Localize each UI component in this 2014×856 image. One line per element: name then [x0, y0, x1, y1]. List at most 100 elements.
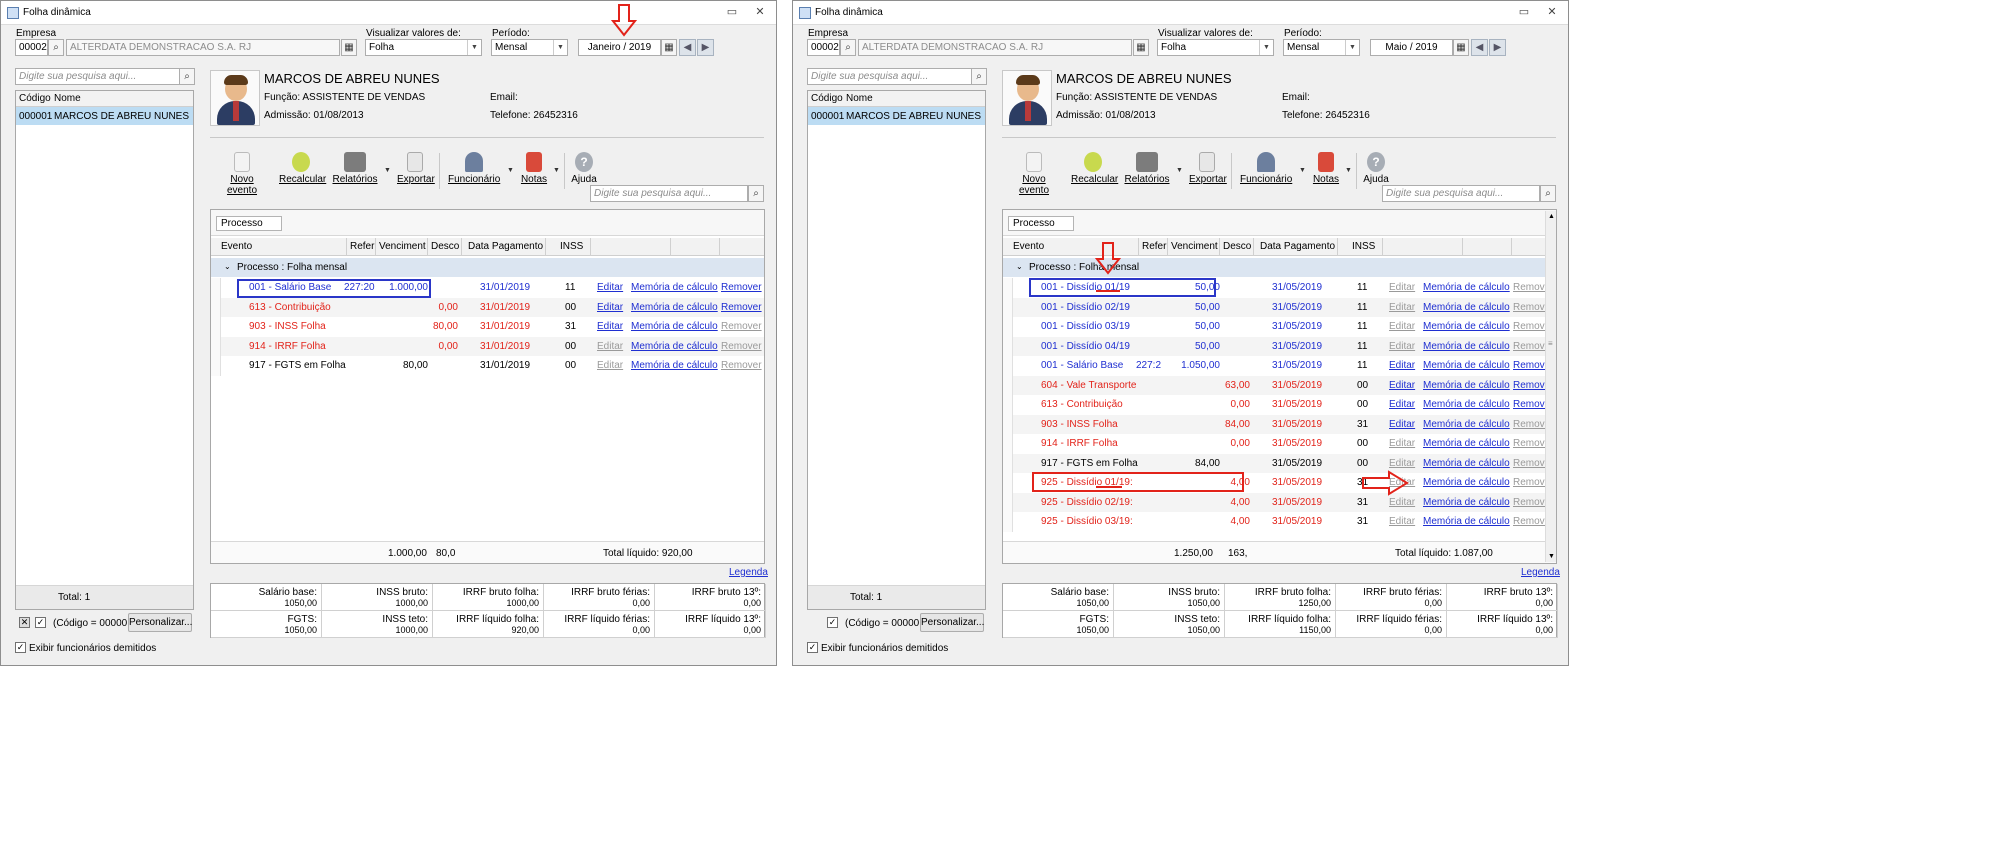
- memoria-calculo-link[interactable]: Memória de cálculo: [1423, 360, 1510, 371]
- chevron-down-icon[interactable]: ▼: [553, 167, 560, 174]
- memoria-calculo-link[interactable]: Memória de cálculo: [1423, 302, 1510, 313]
- search-icon[interactable]: ⌕: [971, 68, 987, 85]
- event-row[interactable]: 001 - Dissídio 04/19 50,00 31/05/2019 11 Edi…: [1003, 336, 1556, 356]
- legenda-link[interactable]: Legenda: [729, 567, 768, 578]
- memoria-calculo-link[interactable]: Memória de cálculo: [631, 321, 718, 332]
- event-row[interactable]: 001 - Salário Base 227:2 1.050,00 31/05/201…: [1003, 356, 1556, 376]
- notas-button[interactable]: Notas: [519, 152, 549, 185]
- chevron-down-icon[interactable]: ▼: [1345, 167, 1352, 174]
- chevron-down-icon[interactable]: ▼: [1299, 167, 1306, 174]
- relatorios-button[interactable]: Relatórios: [1124, 152, 1170, 185]
- group-row[interactable]: ⌄ Processo : Folha mensal: [211, 258, 764, 277]
- restore-icon[interactable]: ▭: [1517, 5, 1531, 19]
- prev-period-arrow-icon[interactable]: ◀: [679, 39, 696, 56]
- chevron-down-icon[interactable]: ▼: [384, 167, 391, 174]
- memoria-calculo-link[interactable]: Memória de cálculo: [1423, 321, 1510, 332]
- memoria-calculo-link[interactable]: Memória de cálculo: [631, 360, 718, 371]
- funcionario-button[interactable]: Funcionário: [448, 152, 500, 185]
- period-input[interactable]: Maio / 2019: [1370, 39, 1453, 56]
- remover-link[interactable]: Remover: [721, 341, 762, 352]
- processo-group-button[interactable]: Processo: [1008, 216, 1074, 231]
- next-period-arrow-icon[interactable]: ▶: [697, 39, 714, 56]
- editar-link[interactable]: Editar: [597, 282, 623, 293]
- event-row[interactable]: 914 - IRRF Folha 0,00 31/05/2019 00 Editar Me…: [1003, 434, 1556, 454]
- event-row[interactable]: 914 - IRRF Folha 0,00 31/01/2019 00 Editar Me…: [211, 336, 764, 356]
- remover-link[interactable]: Remover: [721, 360, 762, 371]
- close-icon[interactable]: ✕: [753, 5, 767, 19]
- editar-link[interactable]: Editar: [597, 321, 623, 332]
- search-icon[interactable]: ⌕: [1540, 185, 1556, 202]
- chevron-down-icon[interactable]: ⌄: [224, 262, 231, 271]
- personalizar-button[interactable]: Personalizar...: [128, 613, 192, 632]
- legenda-link[interactable]: Legenda: [1521, 567, 1560, 578]
- memoria-calculo-link[interactable]: Memória de cálculo: [1423, 438, 1510, 449]
- group-row[interactable]: ⌄ Processo : Folha mensal: [1003, 258, 1556, 277]
- editar-link[interactable]: Editar: [1389, 380, 1415, 391]
- calendar-icon[interactable]: ▦: [341, 39, 357, 56]
- novo-evento-button[interactable]: Novo evento: [214, 152, 270, 196]
- event-row[interactable]: 613 - Contribuição 0,00 31/01/2019 00 Editar…: [211, 297, 764, 317]
- scroll-thumb-grip-icon[interactable]: ≡: [1548, 339, 1553, 348]
- event-row[interactable]: 613 - Contribuição 0,00 31/05/2019 00 Editar…: [1003, 395, 1556, 415]
- next-period-arrow-icon[interactable]: ▶: [1489, 39, 1506, 56]
- notas-button[interactable]: Notas: [1311, 152, 1341, 185]
- calendar-icon[interactable]: ▦: [1133, 39, 1149, 56]
- chevron-down-icon[interactable]: ▼: [507, 167, 514, 174]
- event-row[interactable]: 917 - FGTS em Folha 84,00 31/05/2019 00 Edit…: [1003, 453, 1556, 473]
- chevron-down-icon[interactable]: ▼: [1176, 167, 1183, 174]
- editar-link[interactable]: Editar: [1389, 497, 1415, 508]
- memoria-calculo-link[interactable]: Memória de cálculo: [1423, 399, 1510, 410]
- editar-link[interactable]: Editar: [1389, 321, 1415, 332]
- chevron-down-icon[interactable]: ⌄: [1016, 262, 1023, 271]
- editar-link[interactable]: Editar: [1389, 360, 1415, 371]
- view-values-select[interactable]: Folha ▼: [1157, 39, 1274, 56]
- exportar-button[interactable]: Exportar: [397, 152, 435, 185]
- restore-icon[interactable]: ▭: [725, 5, 739, 19]
- editar-link[interactable]: Editar: [1389, 282, 1415, 293]
- novo-evento-button[interactable]: Novo evento: [1006, 152, 1062, 196]
- employee-row[interactable]: 000001 MARCOS DE ABREU NUNES: [808, 107, 985, 125]
- period-type-select[interactable]: Mensal ▼: [1283, 39, 1360, 56]
- ajuda-button[interactable]: ? Ajuda: [1362, 152, 1390, 185]
- event-row[interactable]: 903 - INSS Folha 84,00 31/05/2019 31 Editar M…: [1003, 414, 1556, 434]
- memoria-calculo-link[interactable]: Memória de cálculo: [631, 302, 718, 313]
- ajuda-button[interactable]: ? Ajuda: [570, 152, 598, 185]
- calendar-icon[interactable]: ▦: [1453, 39, 1469, 56]
- scroll-up-icon[interactable]: ▲: [1548, 213, 1555, 220]
- memoria-calculo-link[interactable]: Memória de cálculo: [1423, 516, 1510, 527]
- remover-link[interactable]: Remover: [721, 282, 762, 293]
- memoria-calculo-link[interactable]: Memória de cálculo: [1423, 341, 1510, 352]
- scroll-down-icon[interactable]: ▼: [1548, 553, 1555, 560]
- remover-link[interactable]: Remover: [721, 302, 762, 313]
- search-icon[interactable]: ⌕: [748, 185, 764, 202]
- exibir-demitidos-checkbox[interactable]: ✓: [15, 642, 26, 653]
- editar-link[interactable]: Editar: [1389, 458, 1415, 469]
- calendar-icon[interactable]: ▦: [661, 39, 677, 56]
- filter-checkbox[interactable]: ✓: [827, 617, 838, 628]
- exibir-demitidos-checkbox[interactable]: ✓: [807, 642, 818, 653]
- editar-link[interactable]: Editar: [597, 302, 623, 313]
- event-row[interactable]: 925 - Dissídio 03/19: 4,00 31/05/2019 31 Edi…: [1003, 512, 1556, 532]
- period-type-select[interactable]: Mensal ▼: [491, 39, 568, 56]
- editar-link[interactable]: Editar: [1389, 399, 1415, 410]
- event-search-input[interactable]: Digite sua pesquisa aqui...: [1382, 185, 1540, 202]
- period-input[interactable]: Janeiro / 2019: [578, 39, 661, 56]
- filter-checkbox[interactable]: ✓: [35, 617, 46, 628]
- memoria-calculo-link[interactable]: Memória de cálculo: [1423, 458, 1510, 469]
- grid-vertical-scrollbar[interactable]: ▲ ≡ ▼: [1545, 211, 1556, 562]
- editar-link[interactable]: Editar: [1389, 341, 1415, 352]
- funcionario-button[interactable]: Funcionário: [1240, 152, 1292, 185]
- close-icon[interactable]: ✕: [1545, 5, 1559, 19]
- memoria-calculo-link[interactable]: Memória de cálculo: [631, 341, 718, 352]
- event-row[interactable]: 001 - Dissídio 02/19 50,00 31/05/2019 11 Edi…: [1003, 297, 1556, 317]
- view-values-select[interactable]: Folha ▼: [365, 39, 482, 56]
- memoria-calculo-link[interactable]: Memória de cálculo: [1423, 282, 1510, 293]
- recalcular-button[interactable]: Recalcular: [1071, 152, 1118, 185]
- event-row[interactable]: 917 - FGTS em Folha 80,00 31/01/2019 00 Edit…: [211, 356, 764, 376]
- search-icon[interactable]: ⌕: [48, 39, 64, 56]
- editar-link[interactable]: Editar: [1389, 419, 1415, 430]
- company-code-input[interactable]: 00002: [807, 39, 840, 56]
- exportar-button[interactable]: Exportar: [1189, 152, 1227, 185]
- editar-link[interactable]: Editar: [597, 341, 623, 352]
- event-search-input[interactable]: Digite sua pesquisa aqui...: [590, 185, 748, 202]
